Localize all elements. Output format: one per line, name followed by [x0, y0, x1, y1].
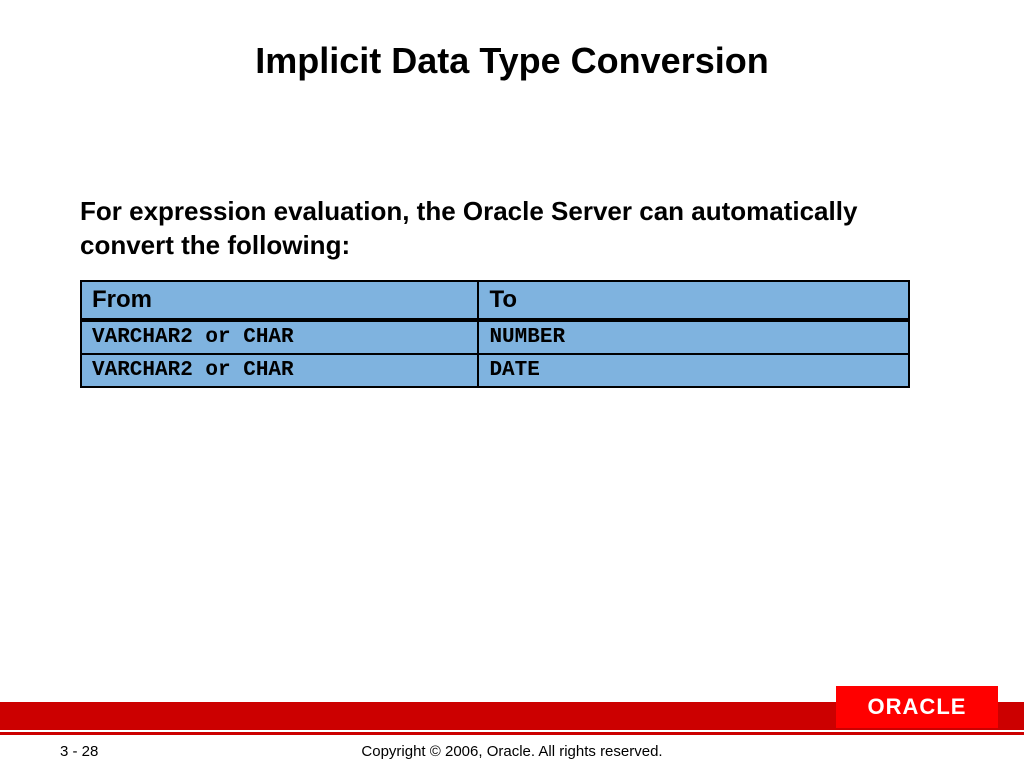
slide-title: Implicit Data Type Conversion	[0, 40, 1024, 82]
slide-subtitle: For expression evaluation, the Oracle Se…	[80, 195, 944, 263]
header-from: From	[81, 281, 478, 320]
table-header-row: From To	[81, 281, 909, 320]
header-to: To	[478, 281, 909, 320]
copyright-text: Copyright © 2006, Oracle. All rights res…	[0, 743, 1024, 760]
cell-from: VARCHAR2 or CHAR	[81, 320, 478, 354]
table-row: VARCHAR2 or CHAR DATE	[81, 354, 909, 387]
conversion-table: From To VARCHAR2 or CHAR NUMBER VARCHAR2…	[80, 280, 910, 388]
footer-line	[0, 732, 1024, 735]
slide: Implicit Data Type Conversion For expres…	[0, 0, 1024, 768]
oracle-logo: ORACLE	[836, 686, 998, 728]
cell-to: DATE	[478, 354, 909, 387]
table-row: VARCHAR2 or CHAR NUMBER	[81, 320, 909, 354]
cell-from: VARCHAR2 or CHAR	[81, 354, 478, 387]
cell-to: NUMBER	[478, 320, 909, 354]
